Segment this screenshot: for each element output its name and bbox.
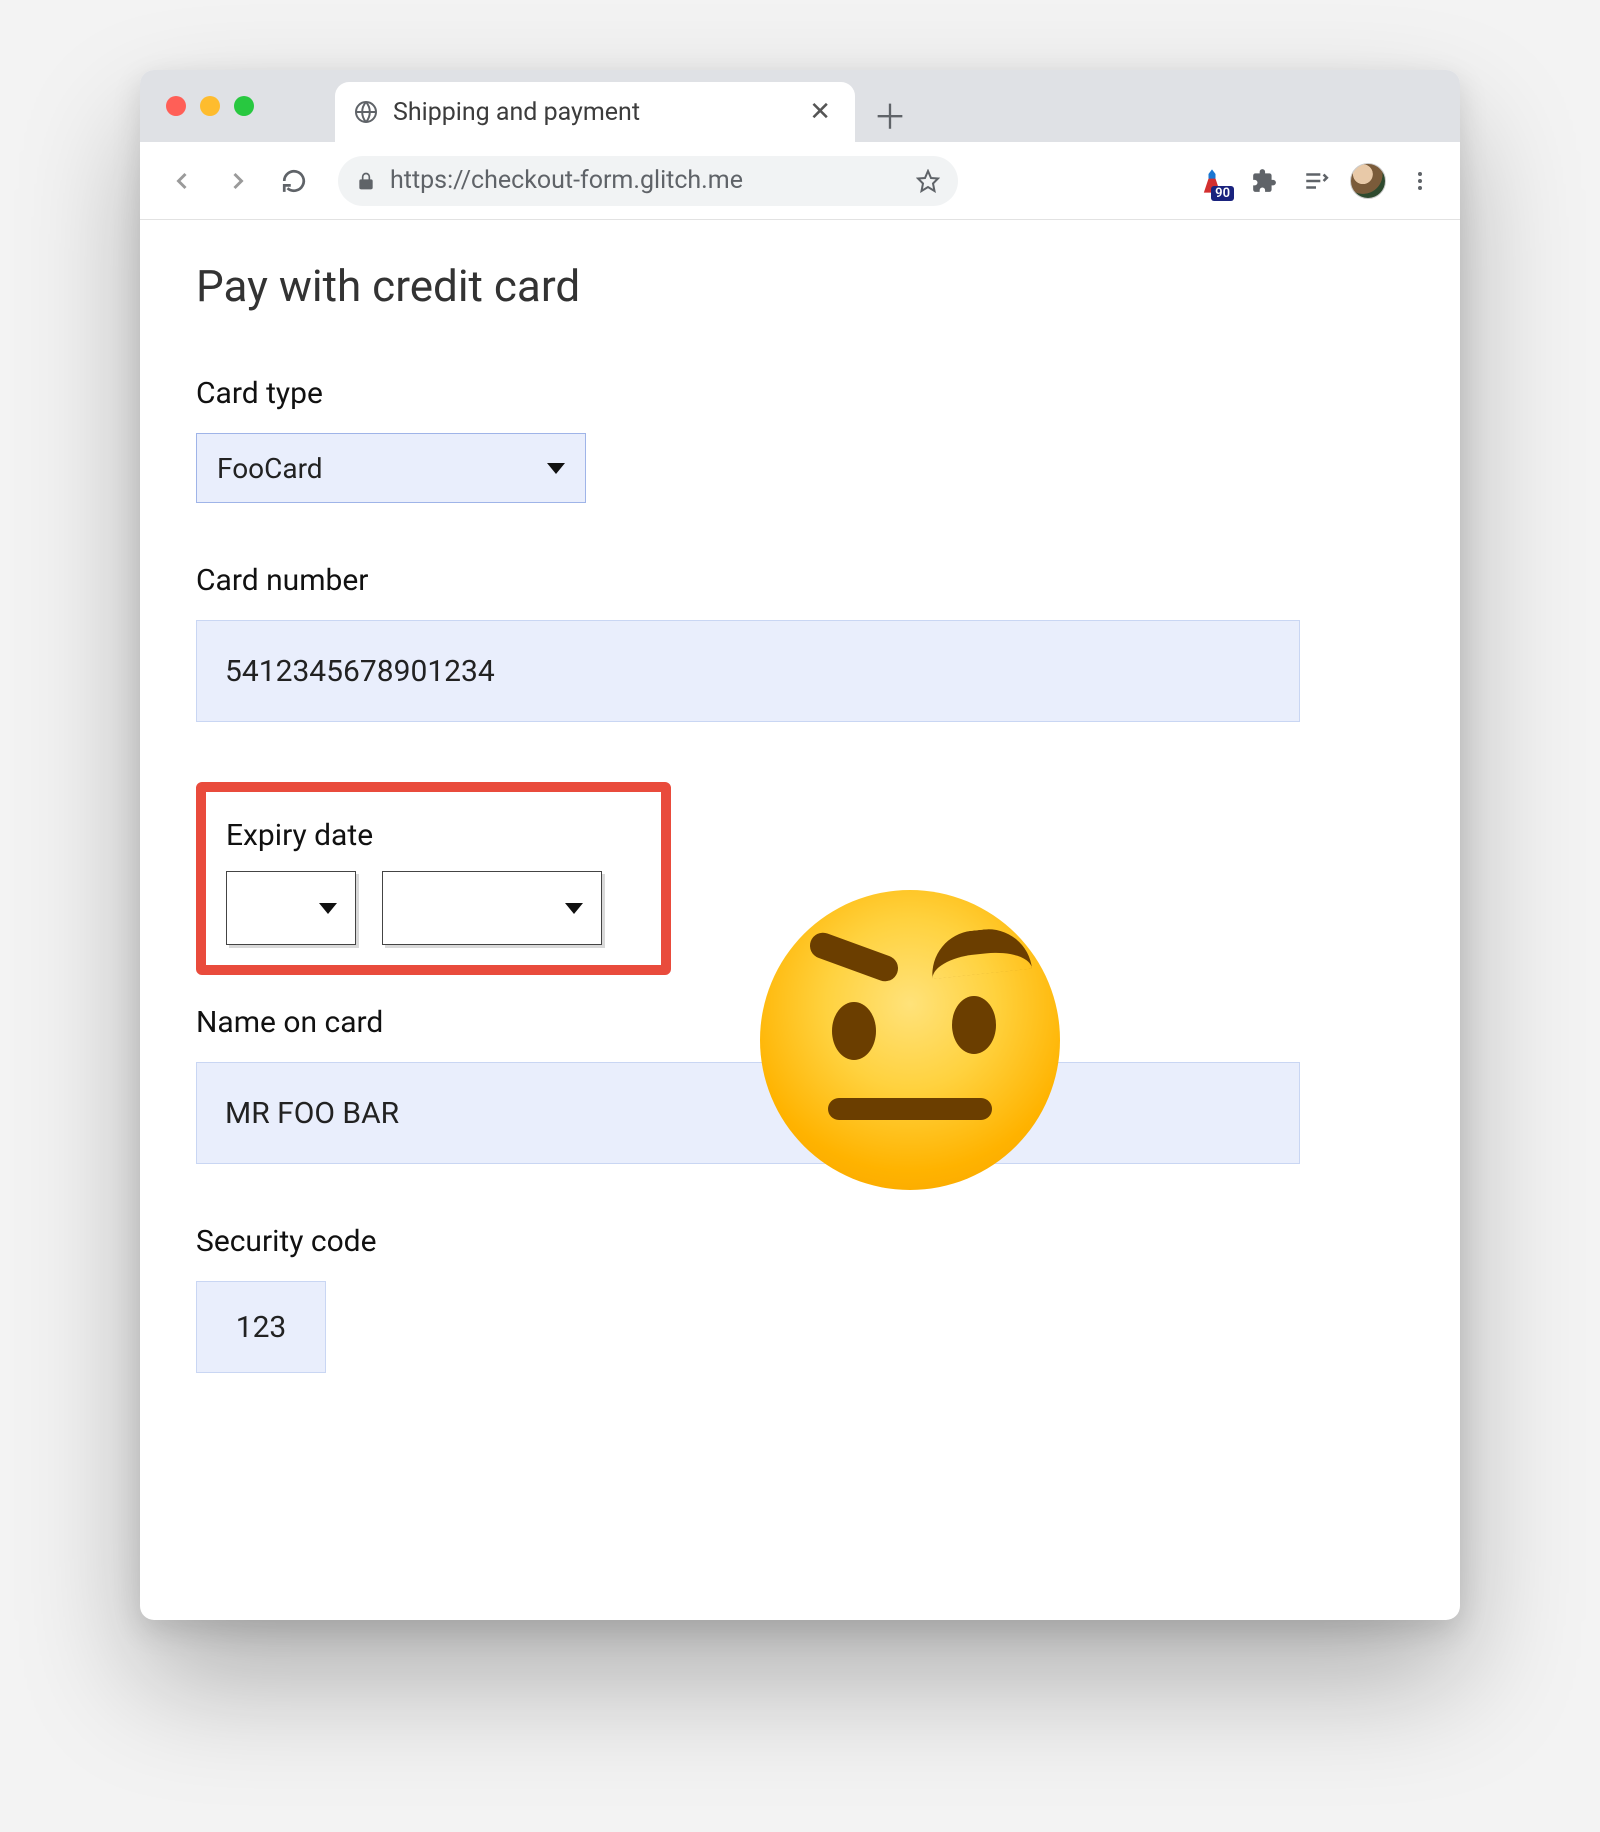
lighthouse-extension-icon[interactable]: 90 [1190,159,1234,203]
expiry-year-select[interactable] [382,871,602,945]
reload-button[interactable] [270,157,318,205]
profile-avatar[interactable] [1346,159,1390,203]
lock-icon [356,171,376,191]
tab-strip: Shipping and payment ✕ ＋ [140,70,1460,142]
globe-icon [353,99,379,125]
card-type-select[interactable]: FooCard [196,433,586,503]
lighthouse-score-badge: 90 [1211,186,1234,201]
card-number-label: Card number [196,563,1404,598]
tab-title: Shipping and payment [393,98,789,127]
page-heading: Pay with credit card [196,260,1404,312]
chevron-down-icon [547,463,565,474]
security-code-input[interactable]: 123 [196,1281,326,1373]
name-on-card-value: MR FOO BAR [225,1096,399,1131]
chevron-down-icon [319,903,337,914]
bookmark-star-icon[interactable] [916,169,940,193]
card-type-field: Card type FooCard [196,376,1404,503]
new-tab-button[interactable]: ＋ [855,86,925,142]
card-number-input[interactable]: 5412345678901234 [196,620,1300,722]
card-number-field: Card number 5412345678901234 [196,563,1404,722]
window-minimize-button[interactable] [200,96,220,116]
expiry-highlight-box: Expiry date [196,782,671,975]
extensions-puzzle-icon[interactable] [1242,159,1286,203]
window-close-button[interactable] [166,96,186,116]
chevron-down-icon [565,903,583,914]
browser-toolbar: https://checkout-form.glitch.me 90 [140,142,1460,220]
security-code-value: 123 [236,1310,287,1345]
browser-tab[interactable]: Shipping and payment ✕ [335,82,855,142]
back-button[interactable] [158,157,206,205]
reading-list-icon[interactable] [1294,159,1338,203]
url-text: https://checkout-form.glitch.me [390,166,902,195]
tab-close-button[interactable]: ✕ [803,97,837,127]
card-type-value: FooCard [217,452,323,485]
window-maximize-button[interactable] [234,96,254,116]
browser-window: Shipping and payment ✕ ＋ https://checkou… [140,70,1460,1620]
card-number-value: 5412345678901234 [225,654,495,689]
expiry-month-select[interactable] [226,871,356,945]
raised-eyebrow-emoji [760,890,1060,1190]
name-on-card-input[interactable]: MR FOO BAR [196,1062,1300,1164]
expiry-label: Expiry date [226,818,641,853]
card-type-label: Card type [196,376,1404,411]
security-code-field: Security code 123 [196,1224,1404,1373]
security-code-label: Security code [196,1224,1404,1259]
forward-button[interactable] [214,157,262,205]
address-bar[interactable]: https://checkout-form.glitch.me [338,156,958,206]
kebab-menu-icon[interactable] [1398,159,1442,203]
window-controls [166,96,254,116]
page-content: Pay with credit card Card type FooCard C… [140,220,1460,1620]
